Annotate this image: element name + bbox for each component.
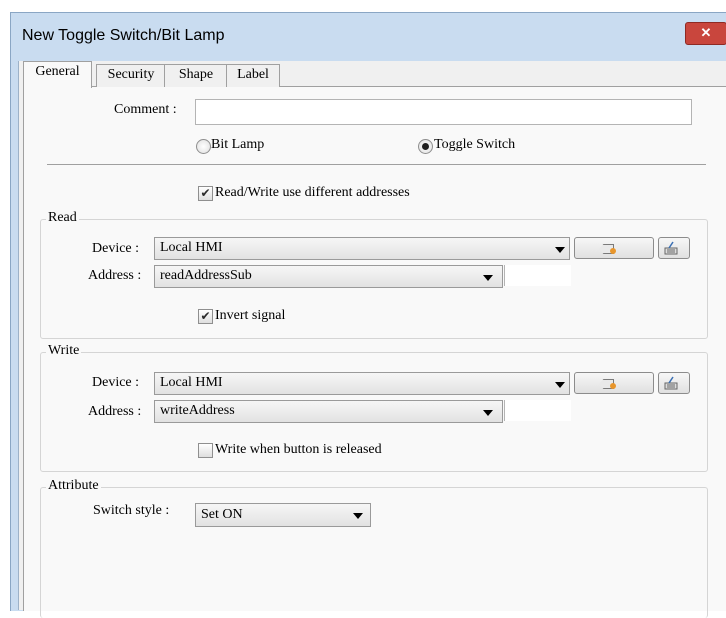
read-device-label: Device : xyxy=(92,241,140,256)
rw-different-label[interactable]: Read/Write use different addresses xyxy=(215,185,410,201)
tag-dot xyxy=(610,383,616,389)
write-on-release-checkbox[interactable] xyxy=(198,443,213,458)
separator xyxy=(47,164,706,165)
chevron-down-icon xyxy=(555,247,565,253)
write-device-select[interactable]: Local HMI xyxy=(154,372,570,395)
radio-selected-dot xyxy=(422,143,429,150)
tab-label[interactable]: Label xyxy=(226,64,280,87)
switch-style-label: Switch style : xyxy=(93,503,170,518)
invert-signal-checkbox[interactable]: ✔ xyxy=(198,309,213,324)
write-device-label: Device : xyxy=(92,375,140,390)
attribute-group-title: Attribute xyxy=(46,478,101,494)
chevron-down-icon xyxy=(483,275,493,281)
write-address-select[interactable]: writeAddress xyxy=(154,400,503,423)
write-keypad-button[interactable] xyxy=(658,372,690,394)
tab-general[interactable]: General xyxy=(23,61,92,88)
write-address-subfield[interactable] xyxy=(504,400,571,421)
read-group-title: Read xyxy=(46,210,79,226)
read-address-value: readAddressSub xyxy=(160,268,252,283)
chevron-down-icon xyxy=(483,410,493,416)
read-address-select[interactable]: readAddressSub xyxy=(154,265,503,288)
read-address-subfield[interactable] xyxy=(504,265,571,286)
write-address-value: writeAddress xyxy=(160,403,235,418)
chevron-down-icon xyxy=(353,513,363,519)
read-device-value: Local HMI xyxy=(160,240,223,255)
close-button[interactable]: ✕ xyxy=(685,22,726,45)
read-address-label: Address : xyxy=(88,268,142,283)
read-keypad-button[interactable] xyxy=(658,237,690,259)
comment-label: Comment : xyxy=(114,102,177,117)
write-address-label: Address : xyxy=(88,404,142,419)
window-title: New Toggle Switch/Bit Lamp xyxy=(22,27,225,44)
write-on-release-label[interactable]: Write when button is released xyxy=(215,442,382,458)
radio-toggle-switch[interactable] xyxy=(418,139,433,154)
read-address-tag-button[interactable] xyxy=(574,237,654,259)
tab-security[interactable]: Security xyxy=(96,64,166,87)
chevron-down-icon xyxy=(555,382,565,388)
write-device-value: Local HMI xyxy=(160,375,223,390)
address-keypad-icon xyxy=(664,376,678,390)
write-address-tag-button[interactable] xyxy=(574,372,654,394)
switch-style-select[interactable]: Set ON xyxy=(195,503,371,527)
tab-shape[interactable]: Shape xyxy=(164,64,228,87)
invert-signal-label[interactable]: Invert signal xyxy=(215,308,285,324)
read-device-select[interactable]: Local HMI xyxy=(154,237,570,260)
close-icon: ✕ xyxy=(700,25,712,40)
write-group-title: Write xyxy=(46,343,82,359)
radio-toggle-switch-label[interactable]: Toggle Switch xyxy=(434,137,515,153)
radio-bit-lamp[interactable] xyxy=(196,139,211,154)
radio-bit-lamp-label[interactable]: Bit Lamp xyxy=(211,137,264,153)
comment-input[interactable] xyxy=(195,99,692,125)
address-keypad-icon xyxy=(664,241,678,255)
rw-different-checkbox[interactable]: ✔ xyxy=(198,186,213,201)
switch-style-value: Set ON xyxy=(201,507,243,522)
tag-dot xyxy=(610,248,616,254)
